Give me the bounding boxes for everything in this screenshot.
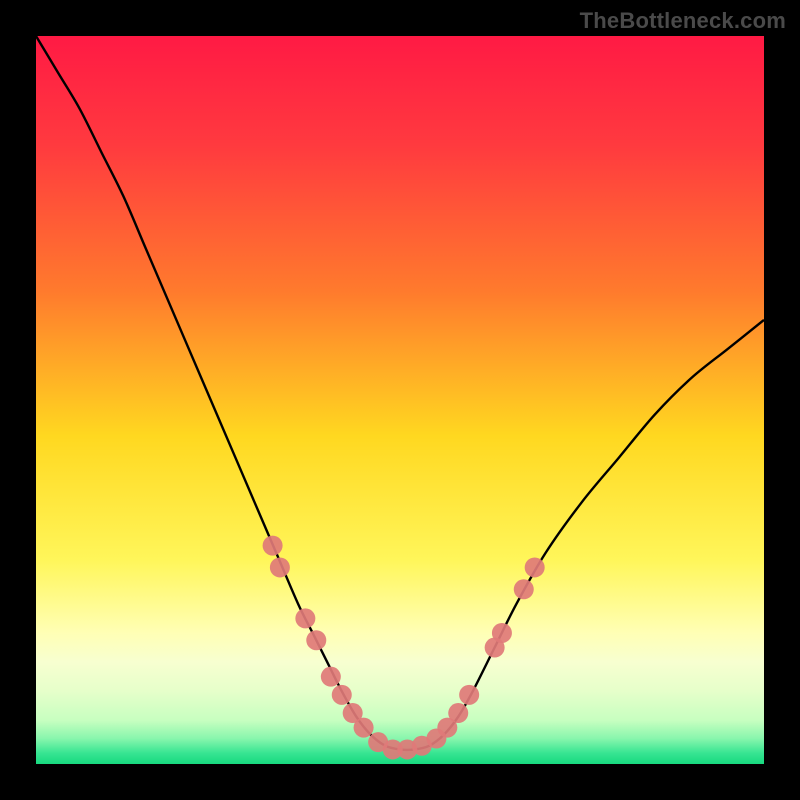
marker-dot: [514, 579, 534, 599]
marker-dot: [492, 623, 512, 643]
marker-dot: [525, 557, 545, 577]
marker-dot: [263, 536, 283, 556]
chart-frame: TheBottleneck.com: [0, 0, 800, 800]
marker-dot: [321, 667, 341, 687]
marker-dot: [354, 718, 374, 738]
plot-area: [36, 36, 764, 764]
marker-dot: [332, 685, 352, 705]
gradient-background: [36, 36, 764, 764]
chart-svg: [36, 36, 764, 764]
marker-dot: [306, 630, 326, 650]
watermark-text: TheBottleneck.com: [580, 8, 786, 34]
marker-dot: [295, 608, 315, 628]
marker-dot: [459, 685, 479, 705]
marker-dot: [448, 703, 468, 723]
marker-dot: [270, 557, 290, 577]
